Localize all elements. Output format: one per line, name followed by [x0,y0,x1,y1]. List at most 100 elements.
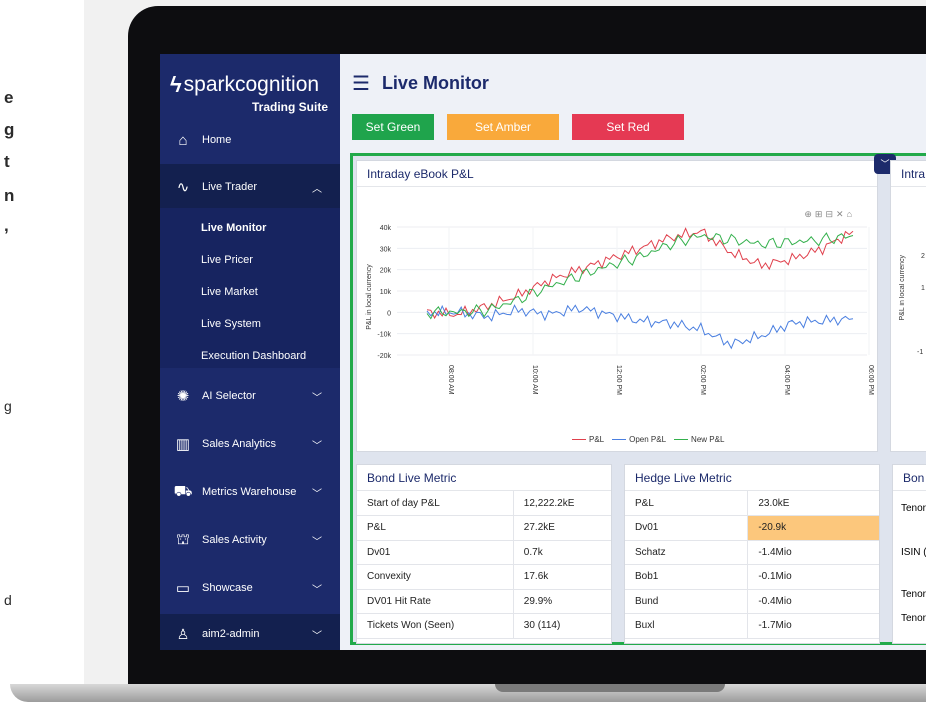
user-menu[interactable]: ♙ aim2-admin ﹀ [160,614,340,650]
spark-logo-icon: ϟ [170,72,182,97]
legend-label: New P&L [691,435,725,444]
metric-value: 23.0kE [747,491,879,516]
legend-item: P&L [572,435,604,444]
legend-item: Open P&L [612,435,666,444]
brand-logo[interactable]: ϟ sparkcognition [170,72,319,98]
sidebar-item-label: AI Selector [202,390,256,402]
table-row: Tickets Won (Seen) 30 (114) [357,613,611,639]
user-name: aim2-admin [202,628,260,640]
set-red-button[interactable]: Set Red [572,114,684,140]
set-amber-button[interactable]: Set Amber [447,114,559,140]
metric-label: Bund [625,589,748,614]
metric-label: Dv01 [625,515,748,541]
sidebar-item-home[interactable]: ⌂ Home [160,120,340,160]
x-tick-label: 10:00 AM [531,365,538,395]
subnav-item-live-monitor[interactable]: Live Monitor [201,222,266,234]
left-text-fragment: n [4,186,15,205]
y-tick-label: 10k [380,289,392,296]
hamburger-menu-icon[interactable]: ☰ [352,71,370,96]
subnav-item-live-pricer[interactable]: Live Pricer [201,254,253,266]
brand-name: sparkcognition [183,73,320,96]
chart-card: Intraday eBook P&L ⊕⊞⊟✕⌂ 40k 30k 20k 10k 0 -1… [356,160,878,452]
sidebar-item-showcase[interactable]: ▭ Showcase ﹀ [160,568,340,608]
sidebar-item-label: Metrics Warehouse [202,486,297,498]
left-text-fragment: g [4,398,12,414]
metric-value: 29.9% [512,589,611,614]
sidebar-item-ai-selector[interactable]: ✺ AI Selector ﹀ [160,376,340,416]
x-tick-label: 02:00 PM [699,365,706,395]
table-row: Start of day P&L 12,222.2kE [357,491,611,516]
sidebar-item-label: Home [202,134,232,146]
laptop-notch [495,684,725,692]
chart-legend: P&L Open P&L New P&L [572,435,724,444]
line-chart: 40k 30k 20k 10k 0 -10k -20k 08:00 AM 10:00 AM 12:… [366,225,874,395]
metric-label: Schatz [625,540,748,565]
metric-label: Tickets Won (Seen) [357,613,514,639]
metric-value: -1.4Mio [747,540,879,565]
sidebar-item-metrics-warehouse[interactable]: ⛟ Metrics Warehouse ﹀ [160,472,340,512]
table-row: Dv01 -20.9k [625,515,879,541]
hedge-metric-table: P&L 23.0kE Dv01 -20.9k Schatz -1.4Mio Bob1-… [625,491,879,639]
pulse-icon: ∿ [176,179,190,196]
sidebar-item-live-trader[interactable]: ∿ Live Trader ︿ [160,164,340,210]
hedge-card-title: Hedge Live Metric [625,465,879,491]
left-text-fragment: t [4,152,10,171]
bar-chart-icon: ▥ [175,436,191,453]
metric-label: Tenor [901,613,926,624]
table-row: Schatz -1.4Mio [625,540,879,565]
chart-card-partial: Intra P&L in local currency 2 1 -1 [890,160,926,452]
metric-value: 27.2kE [512,515,611,541]
chevron-down-icon: ﹀ [312,536,322,548]
sidebar-item-label: Sales Analytics [202,438,276,450]
y-axis-label: P&L in local currency [899,255,906,321]
home-icon: ⌂ [178,131,188,149]
brand-subtitle: Trading Suite [252,100,329,114]
subnav-item-execution-dashboard[interactable]: Execution Dashboard [201,350,306,362]
table-row: DV01 Hit Rate 29.9% [357,589,611,614]
metric-value: -1.7Mio [747,613,879,639]
metric-value: 12,222.2kE [512,491,611,516]
left-text-fragment: g [4,120,15,139]
metric-value: 0.7k [512,540,611,565]
legend-swatch-open [612,439,627,440]
monitor-icon: ▭ [175,580,191,597]
subnav-item-live-market[interactable]: Live Market [201,286,258,298]
metric-label: Tenor [901,503,926,514]
page-title: Live Monitor [381,72,489,93]
y-tick-label: -1 [917,349,924,356]
metric-value: 30 (114) [512,613,611,639]
chevron-down-icon: ﹀ [312,584,322,596]
user-icon: ♙ [176,625,190,642]
metric-label: Bob1 [625,564,748,590]
metric-label: Dv01 [357,540,514,565]
y-tick-label: 40k [380,225,392,232]
sidebar-item-label: Showcase [202,582,253,594]
hedge-metric-card: Hedge Live Metric P&L 23.0kE Dv01 -20.9k S… [624,464,880,644]
y-tick-label: -10k [377,332,391,339]
chart-card-title: Intraday eBook P&L [357,161,877,187]
x-tick-label: 06:00 PM [867,365,874,395]
y-tick-label: 20k [380,268,392,275]
chevron-down-icon: ﹀ [312,440,322,452]
metric-value: 17.6k [512,564,611,590]
chevron-down-icon: ﹀ [312,392,322,404]
chevron-down-icon: ﹀ [312,488,322,500]
app-screen: ϟ sparkcognition Trading Suite ⌂ Home ∿ … [160,54,926,650]
sidebar-item-sales-analytics[interactable]: ▥ Sales Analytics ﹀ [160,424,340,464]
metric-label: Tenor [901,589,926,600]
sidebar-item-sales-activity[interactable]: ⛫ Sales Activity ﹀ [160,520,340,560]
legend-label: P&L [589,435,605,444]
legend-item: New P&L [674,435,724,444]
subnav-item-live-system[interactable]: Live System [201,318,261,330]
sidebar-item-label: Live Trader [202,181,258,193]
y-tick-label: -20k [377,353,391,360]
x-tick-label: 04:00 PM [783,365,790,395]
chevron-up-icon: ︿ [312,183,322,195]
table-row: P&L 23.0kE [625,491,879,516]
y-tick-label: 30k [380,246,392,253]
table-row: Bob1 -0.1Mio [625,564,879,590]
set-green-button[interactable]: Set Green [352,114,434,140]
bond-card-title: Bond Live Metric [357,465,611,491]
y-axis-label: P&L in local currency [366,264,373,330]
chart-card-title: Intra [891,161,926,187]
